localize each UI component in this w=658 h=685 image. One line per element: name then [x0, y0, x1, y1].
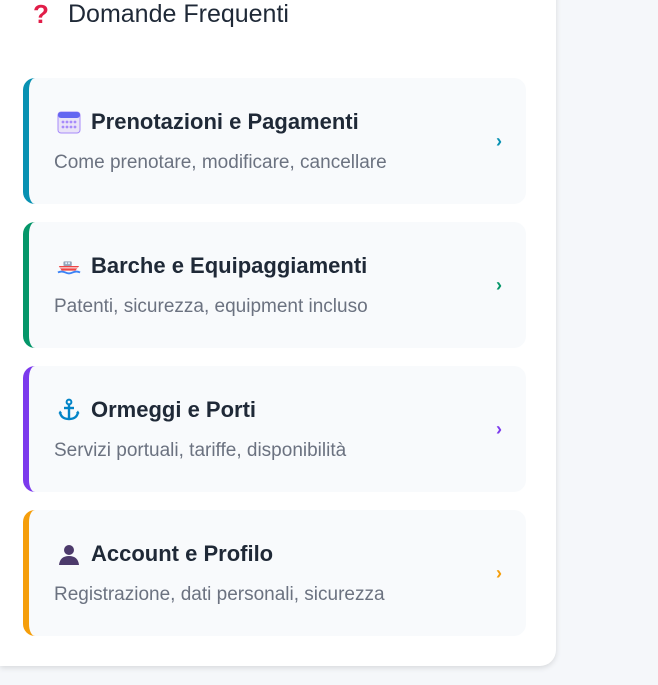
faq-item-head: Ormeggi e Porti	[57, 396, 256, 424]
faq-item-description: Patenti, sicurezza, equipment incluso	[54, 296, 368, 317]
chevron-right-icon: ›	[496, 275, 502, 295]
user-icon	[57, 542, 81, 566]
faq-item-title: Ormeggi e Porti	[91, 397, 257, 422]
faq-header: ? Domande Frequenti	[28, 0, 289, 28]
chevron-right-icon: ›	[496, 419, 502, 439]
faq-item-title: Barche e Equipaggiamenti	[91, 253, 368, 278]
faq-item-head: Barche e Equipaggiamenti	[57, 252, 367, 280]
faq-item-ormeggi[interactable]: Ormeggi e Porti Servizi portuali, tariff…	[23, 366, 526, 492]
faq-list: Prenotazioni e Pagamenti Come prenotare,…	[23, 78, 526, 654]
faq-item-title: Prenotazioni e Pagamenti	[91, 109, 359, 134]
chevron-right-icon: ›	[496, 563, 502, 583]
faq-item-head: Account e Profilo	[57, 540, 273, 568]
faq-item-barche[interactable]: Barche e Equipaggiamenti Patenti, sicure…	[23, 222, 526, 348]
faq-item-description: Come prenotare, modificare, cancellare	[54, 152, 387, 173]
faq-item-account[interactable]: Account e Profilo Registrazione, dati pe…	[23, 510, 526, 636]
faq-item-description: Servizi portuali, tariffe, disponibilità	[54, 440, 347, 461]
faq-item-description: Registrazione, dati personali, sicurezza	[54, 584, 385, 605]
faq-item-head: Prenotazioni e Pagamenti	[57, 108, 359, 136]
calendar-icon	[57, 110, 81, 134]
faq-item-prenotazioni[interactable]: Prenotazioni e Pagamenti Come prenotare,…	[23, 78, 526, 204]
page-title: Domande Frequenti	[68, 0, 289, 28]
boat-icon	[57, 254, 81, 278]
chevron-right-icon: ›	[496, 131, 502, 151]
faq-item-title: Account e Profilo	[91, 541, 274, 566]
anchor-icon	[57, 398, 81, 422]
question-icon: ?	[33, 0, 49, 29]
